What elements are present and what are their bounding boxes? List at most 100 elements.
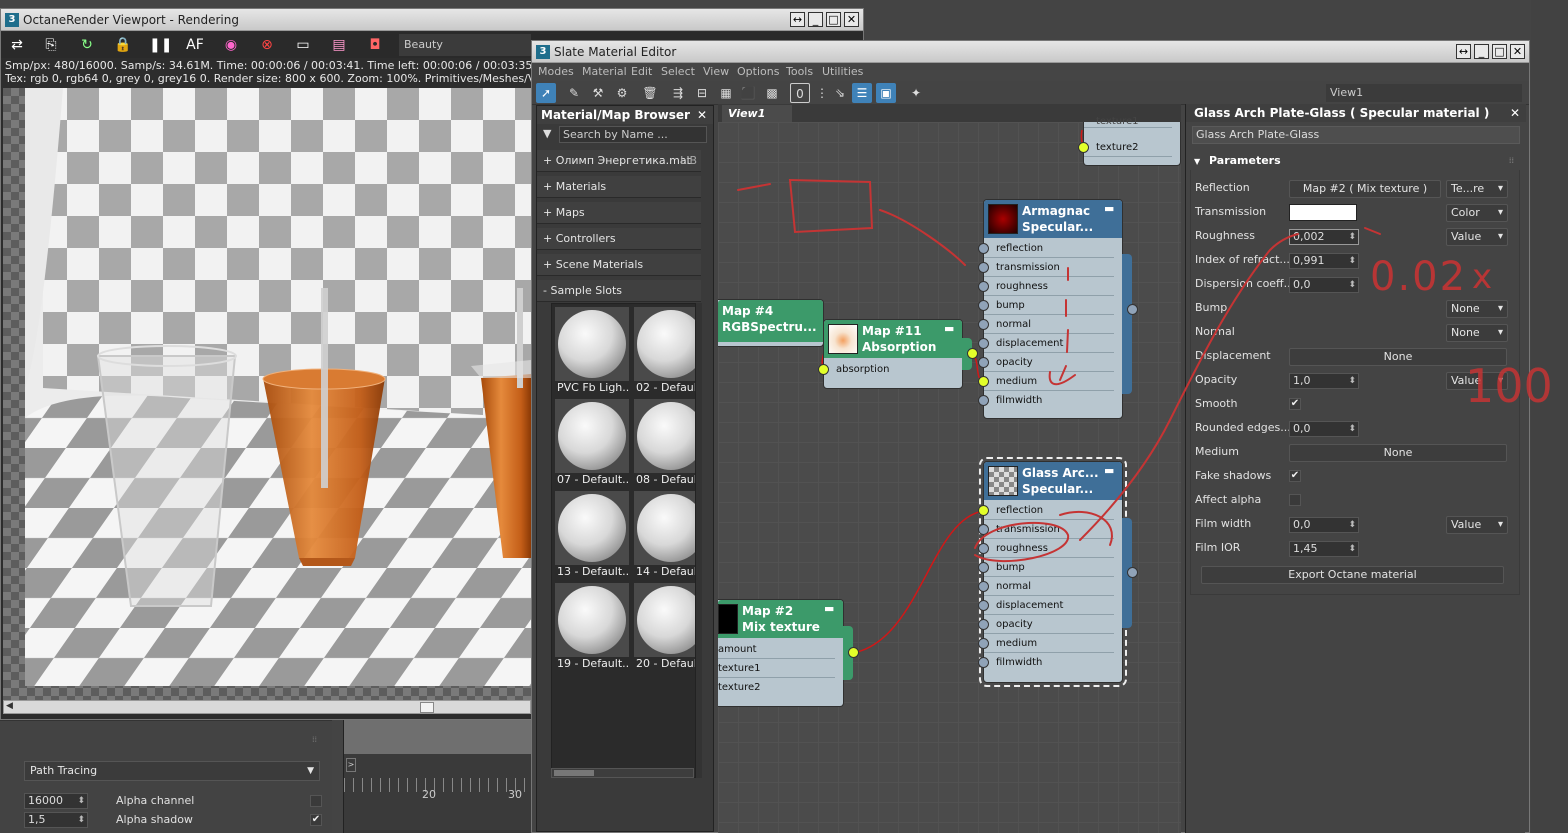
transmission-mode-dropdown[interactable]: Color xyxy=(1446,204,1508,222)
socket-icon[interactable] xyxy=(978,581,989,592)
fake-shadows-checkbox[interactable]: ✔ xyxy=(1289,470,1301,482)
node-port[interactable]: transmission xyxy=(978,258,1114,277)
roughness-spinner[interactable]: 0,002 xyxy=(1289,229,1359,245)
node-port[interactable]: filmwidth xyxy=(978,653,1114,672)
affect-alpha-checkbox[interactable] xyxy=(1289,494,1301,506)
label-medium: Medium xyxy=(1195,445,1239,458)
port-label: absorption xyxy=(836,364,890,375)
transmission-color-swatch[interactable] xyxy=(1289,204,1357,221)
socket-icon[interactable] xyxy=(978,262,989,273)
node-port-texture1: texture1 xyxy=(1084,116,1172,128)
socket-icon[interactable] xyxy=(978,619,989,630)
node-collapse-icon[interactable]: ▬ xyxy=(1104,464,1114,477)
bump-mode-dropdown[interactable]: None xyxy=(1446,300,1508,318)
label-reflection: Reflection xyxy=(1195,181,1250,194)
node-port[interactable]: displacement xyxy=(978,334,1114,353)
node-collapse-icon[interactable]: ▬ xyxy=(824,602,834,615)
label-ior: Index of refract... xyxy=(1195,253,1290,266)
material-preview-icon xyxy=(988,204,1018,234)
node-port[interactable]: medium xyxy=(978,634,1114,653)
socket-icon[interactable] xyxy=(978,395,989,406)
material-name-field[interactable]: Glass Arch Plate-Glass xyxy=(1192,126,1520,144)
port-label: roughness xyxy=(996,543,1048,554)
socket-icon[interactable] xyxy=(978,243,989,254)
socket-icon[interactable] xyxy=(978,338,989,349)
film-ior-spinner[interactable]: 1,45 xyxy=(1289,541,1359,557)
socket-icon[interactable] xyxy=(978,300,989,311)
socket-icon[interactable] xyxy=(978,600,989,611)
node-port[interactable]: medium xyxy=(978,372,1114,391)
socket-icon[interactable] xyxy=(978,657,989,668)
close-icon[interactable]: ✕ xyxy=(1510,104,1520,122)
node-map11[interactable]: Map #11 Absorption ▬ absorption xyxy=(818,319,963,389)
export-octane-button[interactable]: Export Octane material xyxy=(1201,566,1504,584)
output-socket-icon[interactable] xyxy=(967,348,978,359)
node-port-absorption[interactable]: absorption xyxy=(818,360,954,379)
socket-icon[interactable] xyxy=(978,376,989,387)
node-port[interactable]: texture2 xyxy=(718,678,835,697)
node-port[interactable]: amount xyxy=(718,640,835,659)
medium-map-button[interactable]: None xyxy=(1289,444,1507,462)
node-port[interactable]: opacity xyxy=(978,615,1114,634)
node-armagnac-output[interactable] xyxy=(1122,254,1132,394)
node-port[interactable]: filmwidth xyxy=(978,391,1114,410)
spinner-value: 1,45 xyxy=(1293,542,1318,555)
node-port[interactable]: opacity xyxy=(978,353,1114,372)
smooth-checkbox[interactable]: ✔ xyxy=(1289,398,1301,410)
rollout-parameters[interactable]: ▼ Parameters ⁞⁞ xyxy=(1190,152,1520,170)
node-port-texture2[interactable]: texture2 xyxy=(1078,138,1172,157)
reflection-mode-dropdown[interactable]: Te...re xyxy=(1446,180,1508,198)
port-label: texture1 xyxy=(718,663,761,674)
node-top-partial[interactable]: texture1 texture2 xyxy=(1078,116,1181,166)
port-label: texture2 xyxy=(1096,142,1139,153)
node-port[interactable]: bump xyxy=(978,558,1114,577)
node-port[interactable]: normal xyxy=(978,577,1114,596)
output-socket-icon[interactable] xyxy=(1127,304,1138,315)
socket-icon[interactable] xyxy=(1078,142,1089,153)
node-title-line2: Mix texture xyxy=(742,620,820,634)
output-socket-icon[interactable] xyxy=(848,647,859,658)
socket-icon[interactable] xyxy=(978,638,989,649)
port-label: bump xyxy=(996,300,1025,311)
socket-icon[interactable] xyxy=(978,281,989,292)
node-port[interactable]: reflection xyxy=(978,501,1114,520)
node-port[interactable]: roughness xyxy=(978,277,1114,296)
node-port[interactable]: bump xyxy=(978,296,1114,315)
socket-icon[interactable] xyxy=(978,562,989,573)
film-width-spinner[interactable]: 0,0 xyxy=(1289,517,1359,533)
socket-icon[interactable] xyxy=(978,505,989,516)
node-port[interactable]: texture1 xyxy=(718,659,835,678)
displacement-map-button[interactable]: None xyxy=(1289,348,1507,366)
output-socket-icon[interactable] xyxy=(1127,567,1138,578)
node-collapse-icon[interactable]: ▬ xyxy=(944,322,954,335)
socket-icon[interactable] xyxy=(978,543,989,554)
socket-icon[interactable] xyxy=(978,357,989,368)
dispersion-spinner[interactable]: 0,0 xyxy=(1289,277,1359,293)
spinner-value: 1,0 xyxy=(1293,374,1311,387)
node-glass-arch[interactable]: Glass Arc... Specular... ▬ reflection tr… xyxy=(978,457,1127,687)
node-port[interactable]: normal xyxy=(978,315,1114,334)
roughness-mode-dropdown[interactable]: Value xyxy=(1446,228,1508,246)
reflection-map-button[interactable]: Map #2 ( Mix texture ) xyxy=(1289,180,1441,198)
film-width-mode-dropdown[interactable]: Value xyxy=(1446,516,1508,534)
port-label: medium xyxy=(996,376,1038,387)
normal-mode-dropdown[interactable]: None xyxy=(1446,324,1508,342)
opacity-spinner[interactable]: 1,0 xyxy=(1289,373,1359,389)
ior-spinner[interactable]: 0,991 xyxy=(1289,253,1359,269)
socket-icon[interactable] xyxy=(978,319,989,330)
node-map4[interactable]: Map #4 RGBSpectru... xyxy=(718,299,824,347)
node-port[interactable]: roughness xyxy=(978,539,1114,558)
socket-icon[interactable] xyxy=(818,364,829,375)
rounded-edges-spinner[interactable]: 0,0 xyxy=(1289,421,1359,437)
node-port[interactable]: reflection xyxy=(978,239,1114,258)
label-film-width: Film width xyxy=(1195,517,1252,530)
opacity-mode-dropdown[interactable]: Value xyxy=(1446,372,1508,390)
dropdown-value: Value xyxy=(1451,518,1482,531)
node-port[interactable]: displacement xyxy=(978,596,1114,615)
socket-icon[interactable] xyxy=(978,524,989,535)
node-map2[interactable]: Map #2 Mix texture ▬ amount texture1 tex… xyxy=(718,599,844,707)
node-collapse-icon[interactable]: ▬ xyxy=(1104,202,1114,215)
node-port[interactable]: transmission xyxy=(978,520,1114,539)
node-armagnac[interactable]: Armagnac Specular... ▬ reflection transm… xyxy=(978,199,1123,419)
rollout-toggle-icon: ▼ xyxy=(1194,157,1201,166)
